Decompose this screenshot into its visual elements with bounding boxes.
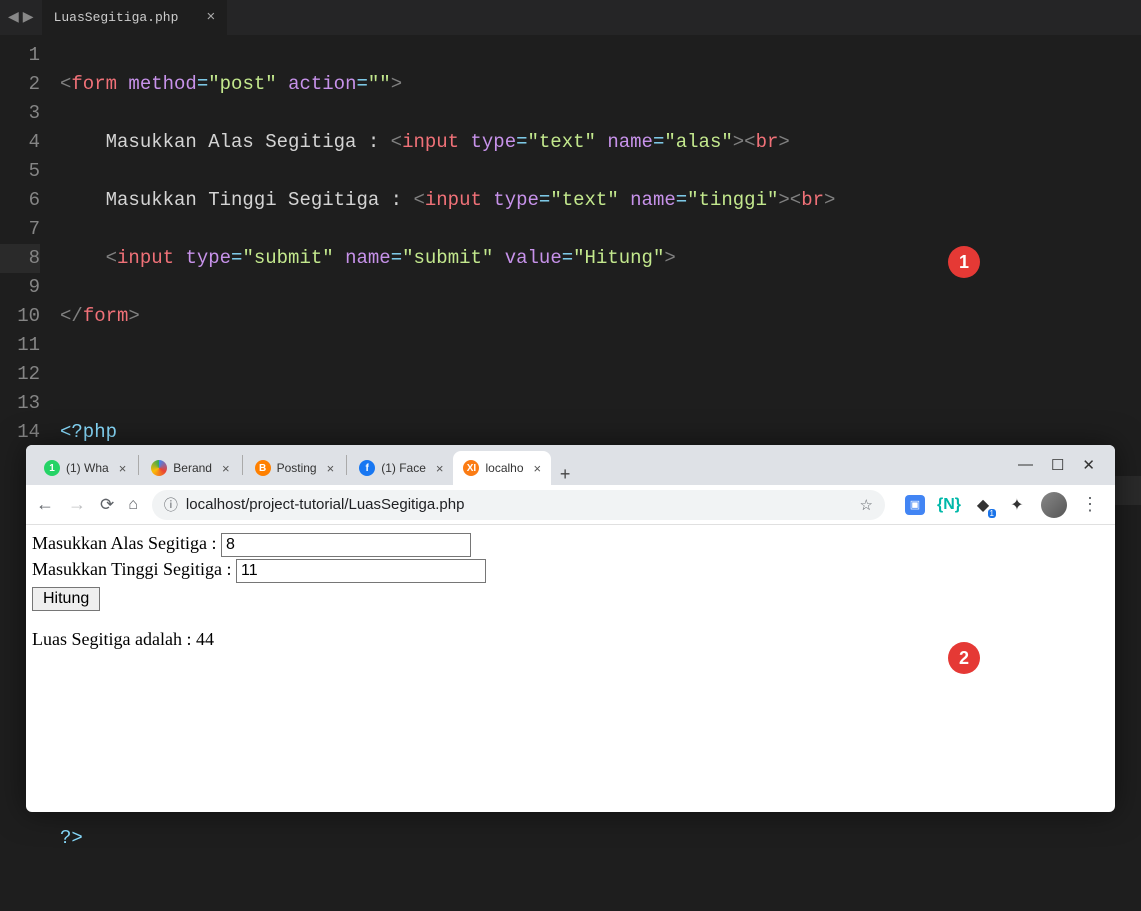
editor-tab[interactable]: LuasSegitiga.php ×: [42, 0, 228, 35]
browser-actions: ▣ {N} ◆1 ✦ ⋮: [899, 492, 1105, 518]
address-bar[interactable]: ⓘ localhost/project-tutorial/LuasSegitig…: [152, 490, 885, 520]
close-icon[interactable]: ×: [119, 461, 127, 476]
facebook-icon: f: [359, 460, 375, 476]
close-window-icon[interactable]: ✕: [1082, 456, 1095, 474]
reload-button[interactable]: ⟳: [100, 495, 114, 515]
page-content: Masukkan Alas Segitiga : Masukkan Tinggi…: [26, 525, 1115, 658]
form-row-tinggi: Masukkan Tinggi Segitiga :: [32, 559, 1109, 583]
result-text: Luas Segitiga adalah : 44: [32, 629, 1109, 650]
whatsapp-icon: 1: [44, 460, 60, 476]
zoom-extension-icon[interactable]: ▣: [905, 495, 925, 515]
extensions-icon[interactable]: ✦: [1007, 495, 1027, 515]
tinggi-label: Masukkan Tinggi Segitiga :: [32, 559, 236, 579]
browser-tab-facebook[interactable]: f (1) Face ×: [349, 451, 453, 485]
cube-extension-icon[interactable]: ◆1: [973, 495, 993, 515]
editor-nav-arrows: ◀ ▶: [0, 9, 42, 26]
close-icon[interactable]: ×: [327, 461, 335, 476]
close-icon[interactable]: ×: [534, 461, 542, 476]
back-button[interactable]: ←: [36, 494, 54, 515]
info-icon[interactable]: ⓘ: [164, 495, 178, 515]
close-icon[interactable]: ×: [206, 9, 215, 26]
close-icon[interactable]: ×: [436, 461, 444, 476]
editor-tab-label: LuasSegitiga.php: [54, 10, 179, 25]
menu-icon[interactable]: ⋮: [1081, 494, 1099, 515]
browser-tab-whatsapp[interactable]: 1 (1) Wha ×: [34, 451, 136, 485]
browser-tab-localhost[interactable]: ΧΙ localho ×: [453, 451, 551, 485]
star-icon[interactable]: ☆: [860, 496, 873, 514]
browser-tabs: 1 (1) Wha × Berand × B Posting × f (1) F…: [26, 445, 998, 485]
url-text: localhost/project-tutorial/LuasSegitiga.…: [186, 496, 465, 513]
profile-avatar[interactable]: [1041, 492, 1067, 518]
maximize-icon[interactable]: ☐: [1051, 456, 1064, 474]
browser-toolbar: ← → ⟳ ⌂ ⓘ localhost/project-tutorial/Lua…: [26, 485, 1115, 525]
alas-label: Masukkan Alas Segitiga :: [32, 533, 221, 553]
new-tab-button[interactable]: +: [551, 464, 579, 485]
editor-tab-bar: ◀ ▶ LuasSegitiga.php ×: [0, 0, 1141, 35]
annotation-2: 2: [948, 642, 980, 674]
browser-tab-posting[interactable]: B Posting ×: [245, 451, 345, 485]
form-row-alas: Masukkan Alas Segitiga :: [32, 533, 1109, 557]
browser-tab-beranda[interactable]: Berand ×: [141, 451, 239, 485]
forward-icon[interactable]: ▶: [23, 9, 34, 26]
blogger-icon: B: [255, 460, 271, 476]
forward-button[interactable]: →: [68, 494, 86, 515]
tinggi-input[interactable]: [236, 559, 486, 583]
close-icon[interactable]: ×: [222, 461, 230, 476]
browser-window: 1 (1) Wha × Berand × B Posting × f (1) F…: [26, 445, 1115, 812]
hitung-button[interactable]: Hitung: [32, 587, 100, 611]
adsense-icon: [151, 460, 167, 476]
browser-titlebar: 1 (1) Wha × Berand × B Posting × f (1) F…: [26, 445, 1115, 485]
back-icon[interactable]: ◀: [8, 9, 19, 26]
minimize-icon[interactable]: —: [1018, 456, 1033, 474]
annotation-1: 1: [948, 246, 980, 278]
notion-extension-icon[interactable]: {N}: [939, 495, 959, 515]
window-controls: — ☐ ✕: [998, 456, 1115, 474]
xampp-icon: ΧΙ: [463, 460, 479, 476]
home-button[interactable]: ⌂: [128, 496, 138, 514]
alas-input[interactable]: [221, 533, 471, 557]
